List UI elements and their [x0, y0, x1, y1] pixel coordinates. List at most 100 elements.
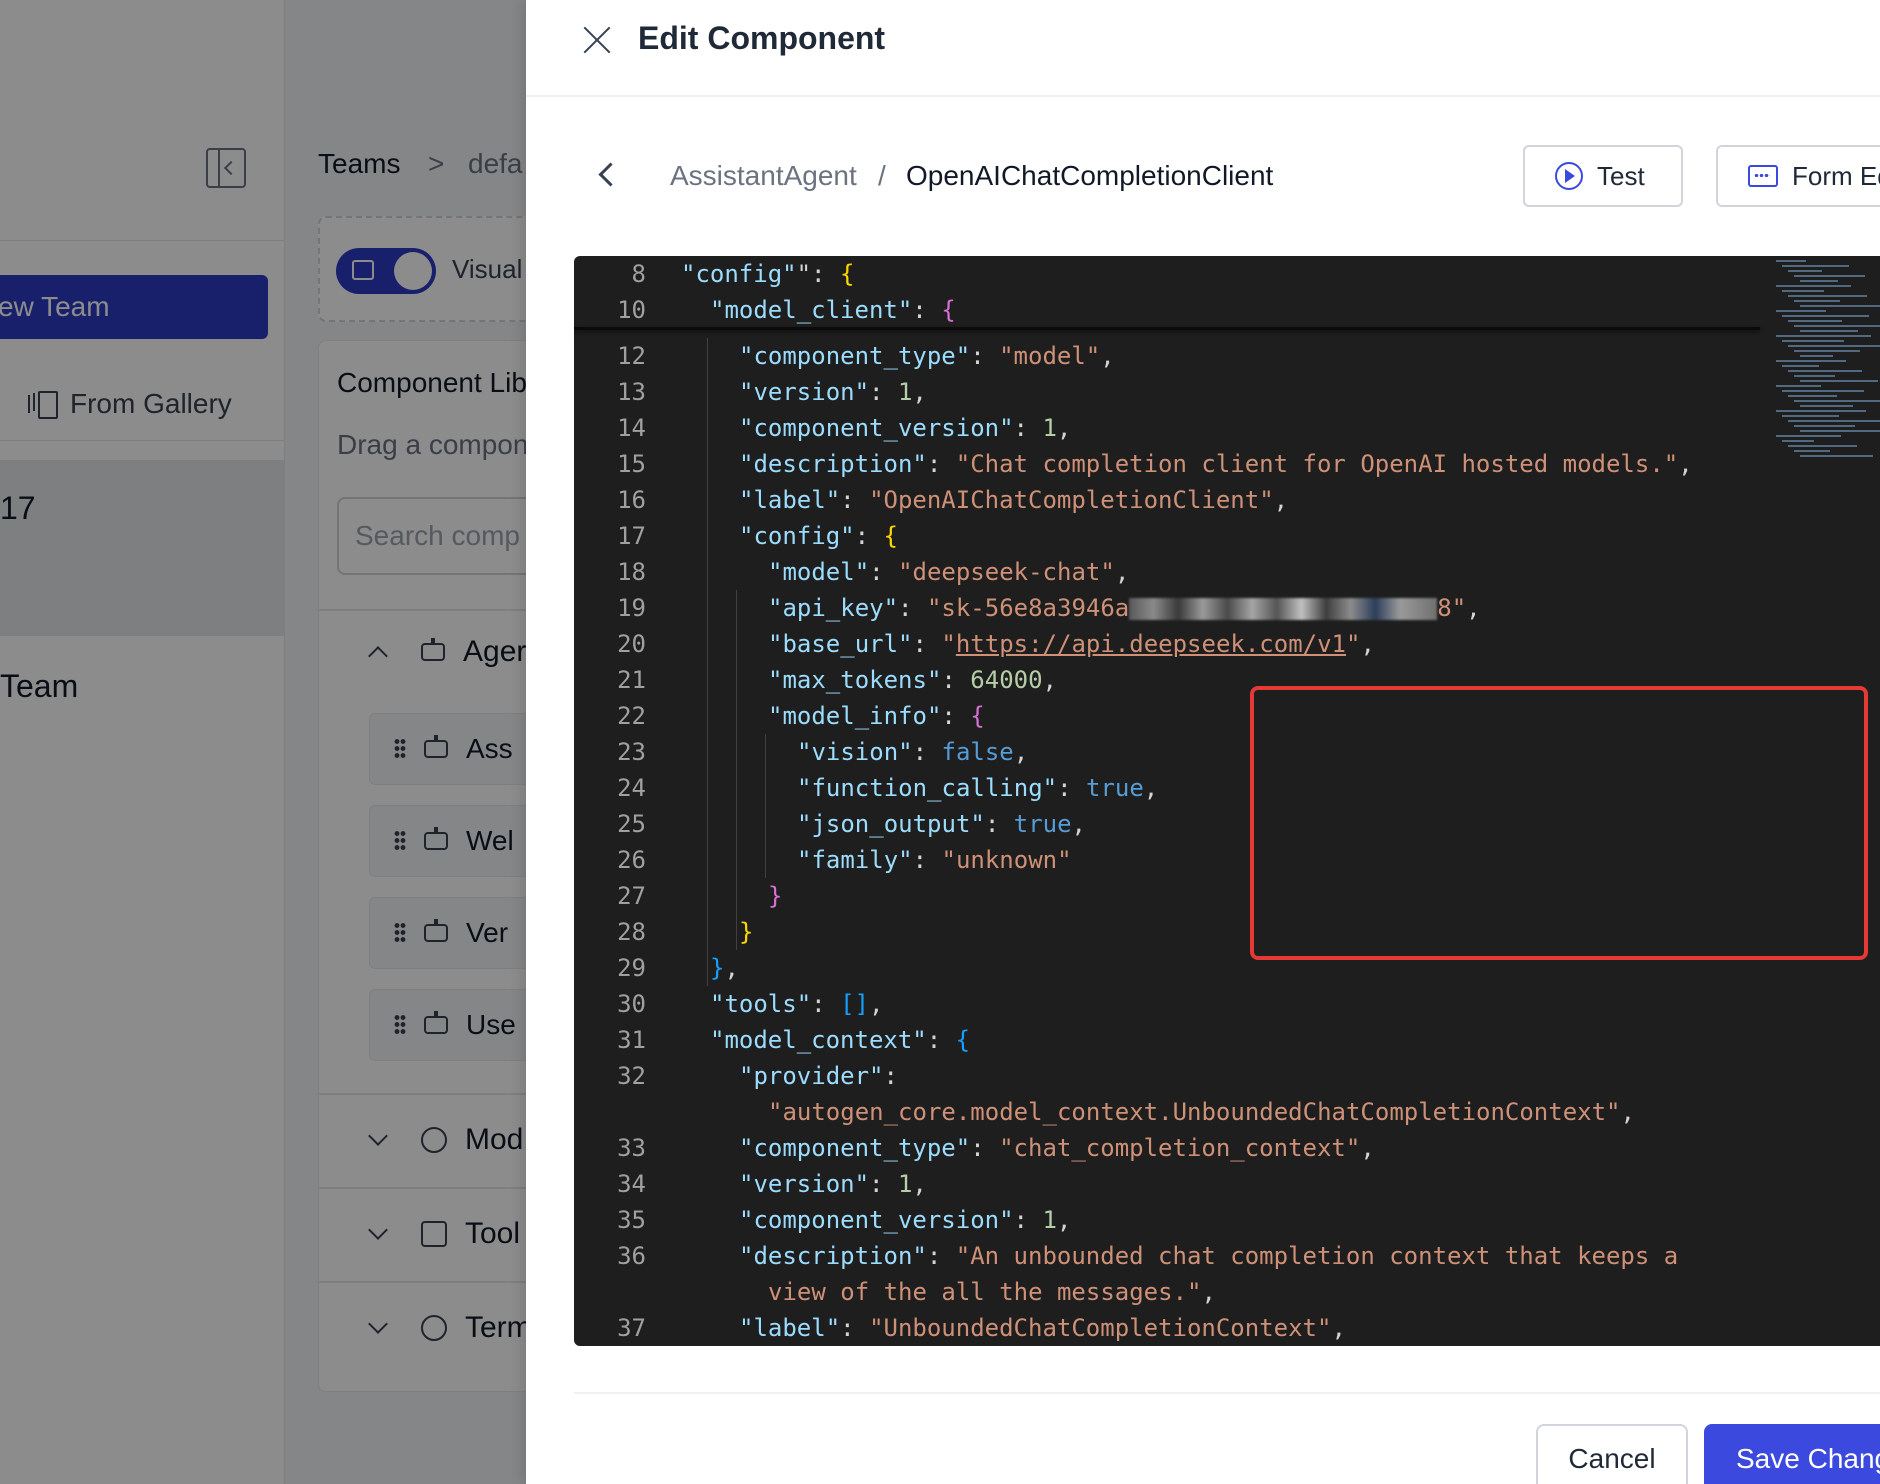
code-token: "config"	[739, 522, 855, 550]
minimap-line	[1794, 325, 1880, 327]
code-text: "function_calling": true,	[797, 770, 1158, 806]
code-token: :	[912, 846, 942, 874]
minimap-line	[1800, 455, 1873, 457]
code-line: 17 "config": {	[574, 518, 1774, 554]
form-editor-label: Form Ed	[1792, 160, 1880, 191]
minimap-line	[1794, 300, 1840, 302]
code-line: 15 "description": "Chat completion client…	[574, 446, 1774, 482]
code-token: :	[912, 296, 942, 324]
code-token: {	[941, 296, 956, 324]
code-line: 35 "component_version": 1,	[574, 1202, 1774, 1238]
form-editor-button[interactable]: Form Ed	[1716, 145, 1880, 207]
code-token: "family"	[797, 846, 913, 874]
code-text: "model_info": {	[768, 698, 985, 734]
line-number: 12	[617, 342, 646, 370]
minimap-line	[1800, 355, 1833, 357]
close-icon[interactable]	[580, 22, 614, 56]
code-token: :	[1013, 414, 1043, 442]
code-token: :	[840, 486, 870, 514]
code-token: "An unbounded chat completion context th…	[955, 1242, 1679, 1270]
minimap-line	[1782, 390, 1864, 392]
edit-component-drawer: Edit Component AssistantAgent / OpenAICh…	[526, 0, 1880, 1484]
code-token: ,	[1360, 630, 1375, 658]
code-text: "tools": [],	[710, 986, 883, 1022]
code-line: 10 "model_client": {	[574, 292, 1774, 328]
code-token: :	[869, 1170, 898, 1198]
code-text: "component_version": 1,	[739, 1202, 1071, 1238]
minimap-line	[1782, 265, 1849, 267]
minimap-line	[1788, 345, 1880, 347]
code-token: "model"	[999, 342, 1101, 370]
code-token: "version"	[739, 1170, 870, 1198]
code-line: 18 "model": "deepseek-chat",	[574, 554, 1774, 590]
code-line: view of the all the messages.",	[574, 1274, 1774, 1310]
minimap-line	[1800, 330, 1858, 332]
minimap-line	[1782, 365, 1819, 367]
minimap-line	[1776, 435, 1841, 437]
code-text: },	[710, 950, 739, 986]
minimap-line	[1800, 430, 1880, 432]
minimap-line	[1788, 320, 1842, 322]
save-changes-button[interactable]: Save Chang	[1704, 1424, 1880, 1484]
code-token: :	[898, 594, 927, 622]
drawer-title: Edit Component	[638, 20, 886, 56]
code-text: "component_type": "chat_completion_conte…	[739, 1130, 1375, 1166]
code-text: "version": 1,	[739, 374, 927, 410]
minimap-line	[1800, 405, 1853, 407]
code-token: "model_client"	[710, 296, 913, 324]
line-number: 35	[617, 1206, 646, 1234]
code-token: "model_info"	[768, 702, 942, 730]
code-token: {	[970, 702, 985, 730]
code-token: ,	[1100, 342, 1115, 370]
modal-backdrop[interactable]	[0, 0, 526, 1484]
code-token: :	[854, 522, 884, 550]
line-number: 28	[617, 918, 646, 946]
code-text: "max_tokens": 64000,	[768, 662, 1057, 698]
code-token: "OpenAIChatCompletionClient"	[869, 486, 1274, 514]
code-token: "provider"	[739, 1062, 884, 1090]
indent-guide	[765, 734, 766, 878]
footer-divider	[574, 1392, 1880, 1394]
indent-guide	[736, 590, 737, 950]
test-button[interactable]: Test	[1523, 145, 1683, 207]
code-text: view of the all the messages.",	[768, 1274, 1216, 1310]
minimap-line	[1788, 295, 1867, 297]
redacted-secret	[1129, 598, 1438, 620]
code-token: :	[912, 630, 942, 658]
code-text: }	[739, 914, 753, 950]
code-token: }	[710, 954, 725, 982]
code-token: 8"	[1437, 594, 1467, 622]
line-number: 34	[617, 1170, 646, 1198]
code-token: ,	[1042, 666, 1057, 694]
code-line: 33 "component_type": "chat_completion_con…	[574, 1130, 1774, 1166]
code-text: "base_url": "https://api.deepseek.com/v1…	[768, 626, 1375, 662]
line-number: 22	[617, 702, 646, 730]
minimap-line	[1776, 335, 1871, 337]
code-text: "version": 1,	[739, 1166, 927, 1202]
minimap-line	[1794, 450, 1830, 452]
minimap-line	[1800, 380, 1878, 382]
code-token: true	[1013, 810, 1072, 838]
line-number: 33	[617, 1134, 646, 1162]
line-number: 27	[617, 882, 646, 910]
code-token: ,	[724, 954, 739, 982]
line-number: 30	[617, 990, 646, 1018]
minimap-line	[1776, 410, 1866, 412]
code-line: 14 "component_version": 1,	[574, 410, 1774, 446]
breadcrumb-parent[interactable]: AssistantAgent	[670, 160, 857, 192]
back-chevron-icon[interactable]	[598, 162, 623, 187]
code-token: :	[811, 990, 841, 1018]
code-token: "label"	[739, 1314, 841, 1342]
editor-minimap[interactable]	[1772, 256, 1880, 466]
cancel-button[interactable]: Cancel	[1536, 1424, 1688, 1484]
code-line: 13 "version": 1,	[574, 374, 1774, 410]
code-line: 30 "tools": [],	[574, 986, 1774, 1022]
line-number: 10	[617, 296, 646, 324]
code-token: :	[984, 810, 1014, 838]
code-text: "config"": {	[681, 256, 854, 292]
code-token: :	[970, 1134, 1000, 1162]
line-number: 13	[617, 378, 646, 406]
code-token: "vision"	[797, 738, 913, 766]
code-line: 16 "label": "OpenAIChatCompletionClient",	[574, 482, 1774, 518]
minimap-line	[1782, 315, 1869, 317]
